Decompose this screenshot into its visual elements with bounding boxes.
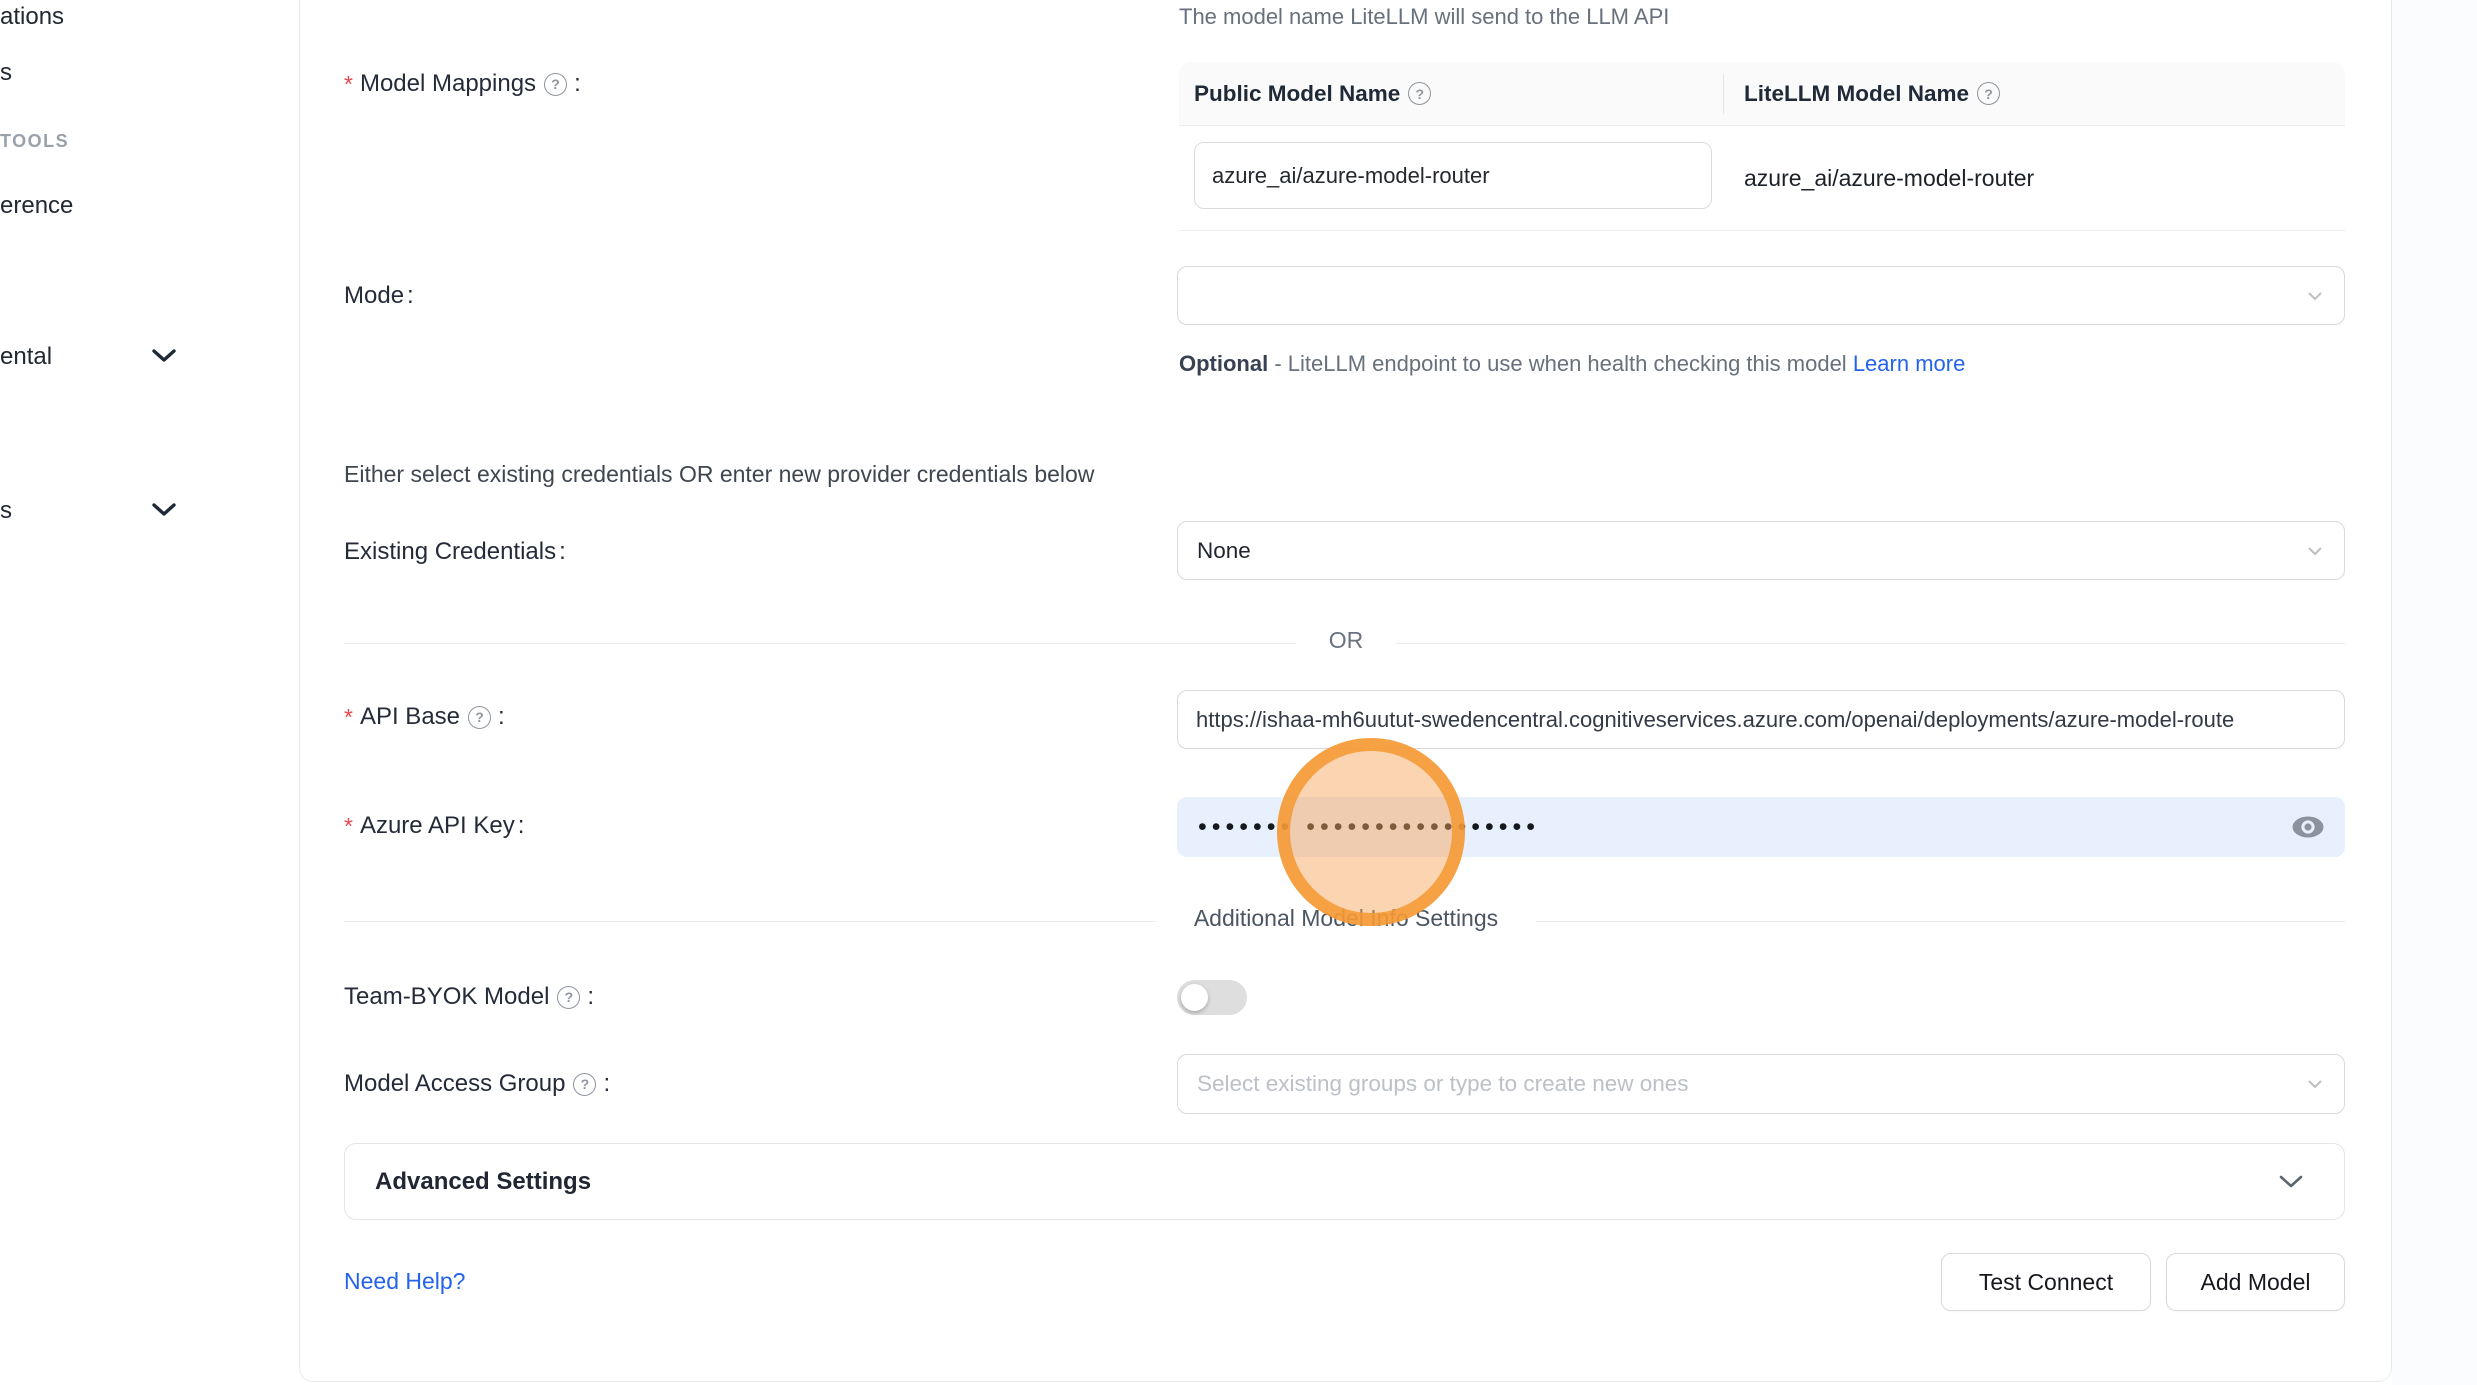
chevron-down-icon bbox=[2278, 1174, 2304, 1190]
api-base-label-text: API Base bbox=[360, 703, 460, 731]
help-question-icon[interactable]: ? bbox=[544, 73, 567, 96]
help-question-icon[interactable]: ? bbox=[573, 1073, 596, 1096]
add-model-page: ations s TOOLS erence ental s The model … bbox=[0, 0, 2477, 1385]
azure-api-key-label-text: Azure API Key bbox=[360, 812, 515, 840]
additional-divider-line-left bbox=[344, 921, 1156, 922]
existing-credentials-value: None bbox=[1197, 538, 1251, 564]
or-divider-line-left bbox=[344, 643, 1296, 644]
existing-credentials-label-text: Existing Credentials bbox=[344, 538, 556, 566]
sidebar-item-organizations[interactable]: ations bbox=[0, 3, 64, 31]
colon: : bbox=[574, 70, 581, 98]
optional-bold: Optional bbox=[1179, 351, 1268, 376]
chevron-down-icon bbox=[2305, 1074, 2325, 1094]
model-access-group-select[interactable]: Select existing groups or type to create… bbox=[1177, 1054, 2345, 1114]
mode-help-text: Optional - LiteLLM endpoint to use when … bbox=[1179, 344, 1979, 383]
mode-select[interactable] bbox=[1177, 266, 2345, 325]
help-question-icon[interactable]: ? bbox=[557, 986, 580, 1009]
add-model-button[interactable]: Add Model bbox=[2166, 1253, 2345, 1311]
credentials-note: Either select existing credentials OR en… bbox=[344, 461, 1094, 488]
model-access-group-label: Model Access Group ? : bbox=[344, 1070, 610, 1098]
model-mappings-table: Public Model Name ? LiteLLM Model Name ?… bbox=[1179, 62, 2345, 231]
test-connect-button[interactable]: Test Connect bbox=[1941, 1253, 2151, 1311]
colon: : bbox=[407, 282, 414, 310]
required-mark: * bbox=[344, 71, 353, 98]
additional-divider-line-right bbox=[1536, 921, 2345, 922]
mode-label: Mode : bbox=[344, 282, 414, 310]
colon: : bbox=[587, 983, 594, 1011]
litellm-model-name-value: azure_ai/azure-model-router bbox=[1744, 126, 2034, 230]
additional-divider-text: Additional Model Info Settings bbox=[1156, 905, 1536, 932]
sidebar-item[interactable]: s bbox=[0, 59, 12, 87]
team-byok-label-text: Team-BYOK Model bbox=[344, 983, 549, 1011]
column-separator bbox=[1723, 74, 1724, 114]
help-question-icon[interactable]: ? bbox=[1408, 82, 1431, 105]
chevron-down-icon bbox=[2305, 541, 2325, 561]
help-question-icon[interactable]: ? bbox=[1977, 82, 2000, 105]
help-question-icon[interactable]: ? bbox=[468, 706, 491, 729]
page-background-strip bbox=[2392, 0, 2477, 1385]
colon: : bbox=[498, 703, 505, 731]
required-mark: * bbox=[344, 813, 353, 840]
public-model-name-input[interactable] bbox=[1194, 142, 1712, 209]
mappings-table-header: Public Model Name ? LiteLLM Model Name ? bbox=[1179, 62, 2345, 126]
existing-credentials-select[interactable]: None bbox=[1177, 521, 2345, 580]
required-mark: * bbox=[344, 704, 353, 731]
masked-api-key: ••••••• ••••••••••••••••• bbox=[1198, 797, 1540, 857]
need-help-link[interactable]: Need Help? bbox=[344, 1268, 465, 1295]
model-mappings-label-text: Model Mappings bbox=[360, 70, 536, 98]
colon: : bbox=[559, 538, 566, 566]
existing-credentials-label: Existing Credentials : bbox=[344, 538, 566, 566]
api-base-input[interactable]: https://ishaa-mh6uutut-swedencentral.cog… bbox=[1177, 690, 2345, 749]
model-access-group-placeholder: Select existing groups or type to create… bbox=[1197, 1071, 1689, 1097]
api-base-label: * API Base ? : bbox=[344, 703, 505, 731]
sidebar-item-settings[interactable]: s bbox=[0, 497, 12, 525]
model-name-help-text: The model name LiteLLM will send to the … bbox=[1179, 4, 1669, 30]
model-mappings-label: * Model Mappings ? : bbox=[344, 70, 581, 98]
public-model-name-header-text: Public Model Name bbox=[1194, 81, 1400, 107]
chevron-down-icon bbox=[2305, 286, 2325, 306]
azure-api-key-input[interactable]: ••••••• ••••••••••••••••• bbox=[1177, 797, 2345, 857]
mode-help-body: - LiteLLM endpoint to use when health ch… bbox=[1268, 351, 1853, 376]
toggle-knob bbox=[1181, 984, 1208, 1011]
eye-icon[interactable] bbox=[2292, 816, 2324, 839]
azure-api-key-label: * Azure API Key : bbox=[344, 812, 524, 840]
advanced-settings-title: Advanced Settings bbox=[375, 1168, 591, 1196]
sidebar-item-reference[interactable]: erence bbox=[0, 192, 73, 220]
advanced-settings-panel[interactable]: Advanced Settings bbox=[344, 1143, 2345, 1220]
team-byok-toggle[interactable] bbox=[1177, 980, 1247, 1015]
or-divider-line-right bbox=[1396, 643, 2345, 644]
or-divider-text: OR bbox=[1300, 627, 1392, 654]
learn-more-link[interactable]: Learn more bbox=[1853, 351, 1966, 376]
sidebar-section-tools: TOOLS bbox=[0, 131, 69, 152]
mappings-table-row: azure_ai/azure-model-router bbox=[1179, 126, 2345, 231]
public-model-name-header: Public Model Name ? bbox=[1179, 81, 1723, 107]
litellm-model-name-header-text: LiteLLM Model Name bbox=[1744, 81, 1969, 107]
colon: : bbox=[603, 1070, 610, 1098]
sidebar-item-experimental[interactable]: ental bbox=[0, 343, 52, 371]
team-byok-label: Team-BYOK Model ? : bbox=[344, 983, 594, 1011]
model-access-group-label-text: Model Access Group bbox=[344, 1070, 565, 1098]
chevron-down-icon[interactable] bbox=[151, 348, 177, 364]
colon: : bbox=[518, 812, 525, 840]
api-base-value: https://ishaa-mh6uutut-swedencentral.cog… bbox=[1196, 707, 2234, 733]
litellm-model-name-header: LiteLLM Model Name ? bbox=[1723, 81, 2004, 107]
chevron-down-icon[interactable] bbox=[151, 502, 177, 518]
sidebar: ations s TOOLS erence ental s bbox=[0, 0, 299, 1385]
mode-label-text: Mode bbox=[344, 282, 404, 310]
